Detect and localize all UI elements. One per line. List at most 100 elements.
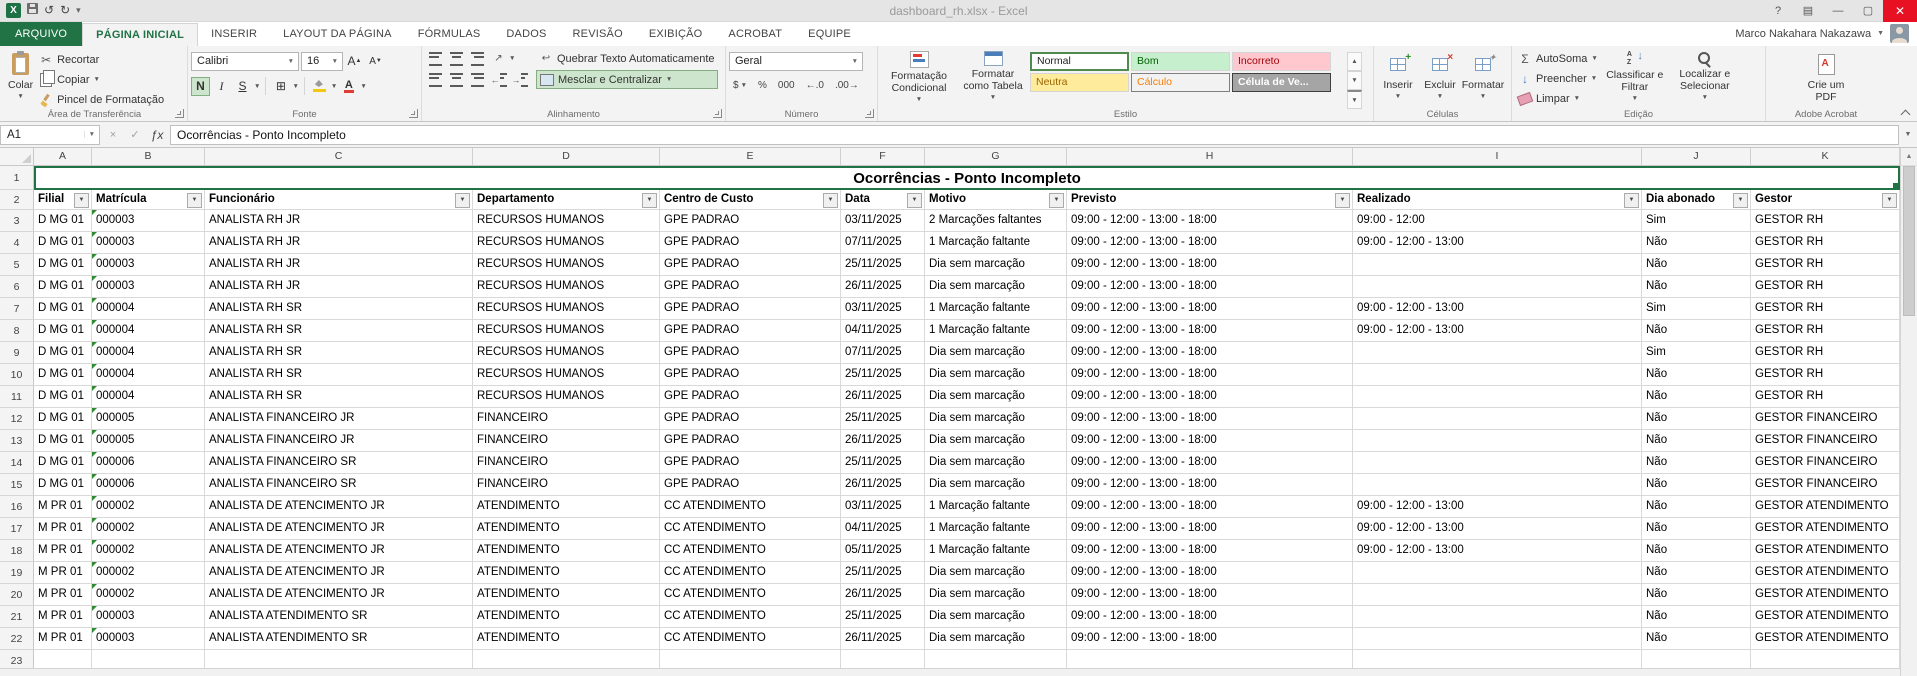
- cell-style-bom[interactable]: Bom: [1131, 52, 1230, 71]
- cell-H17[interactable]: 09:00 - 12:00 - 13:00 - 18:00: [1067, 518, 1353, 540]
- cell-I16[interactable]: 09:00 - 12:00 - 13:00: [1353, 496, 1642, 518]
- column-header-D[interactable]: D: [473, 148, 660, 165]
- cell-H16[interactable]: 09:00 - 12:00 - 13:00 - 18:00: [1067, 496, 1353, 518]
- cell-D9[interactable]: RECURSOS HUMANOS: [473, 342, 660, 364]
- gallery-scroll-up-icon[interactable]: ▲: [1347, 52, 1362, 71]
- merge-center-dropdown-icon[interactable]: ▼: [666, 76, 672, 83]
- cell-J15[interactable]: Não: [1642, 474, 1751, 496]
- cell-A16[interactable]: M PR 01: [34, 496, 92, 518]
- cell-C6[interactable]: ANALISTA RH JR: [205, 276, 473, 298]
- sort-filter-dropdown-icon[interactable]: ▼: [1632, 93, 1638, 105]
- cell-F20[interactable]: 26/11/2025: [841, 584, 925, 606]
- cell-K15[interactable]: GESTOR FINANCEIRO: [1751, 474, 1900, 496]
- cell-H12[interactable]: 09:00 - 12:00 - 13:00 - 18:00: [1067, 408, 1353, 430]
- fill-dropdown-icon[interactable]: ▼: [1591, 75, 1597, 82]
- cell-D20[interactable]: ATENDIMENTO: [473, 584, 660, 606]
- cell-F9[interactable]: 07/11/2025: [841, 342, 925, 364]
- formula-input[interactable]: Ocorrências - Ponto Incompleto: [170, 124, 1899, 145]
- create-pdf-button[interactable]: Crie um PDF: [1796, 49, 1856, 105]
- cell-H7[interactable]: 09:00 - 12:00 - 13:00 - 18:00: [1067, 298, 1353, 320]
- cell-B20[interactable]: 000002: [92, 584, 205, 606]
- vertical-scrollbar-thumb[interactable]: [1903, 166, 1915, 316]
- row-header-22[interactable]: 22: [0, 628, 34, 650]
- cell-A9[interactable]: D MG 01: [34, 342, 92, 364]
- cell-B9[interactable]: 000004: [92, 342, 205, 364]
- cell-G9[interactable]: Dia sem marcação: [925, 342, 1067, 364]
- cell-B14[interactable]: 000006: [92, 452, 205, 474]
- font-size-combo[interactable]: 16 ▼: [301, 51, 343, 71]
- row-header-5[interactable]: 5: [0, 254, 34, 276]
- header-cell-realizado[interactable]: Realizado ▼: [1353, 190, 1642, 210]
- cell-I12[interactable]: [1353, 408, 1642, 430]
- cell-style-normal[interactable]: Normal: [1030, 52, 1129, 71]
- cell-G20[interactable]: Dia sem marcação: [925, 584, 1067, 606]
- copy-button[interactable]: Copiar ▼: [36, 69, 167, 89]
- cell-I3[interactable]: 09:00 - 12:00: [1353, 210, 1642, 232]
- cell-I19[interactable]: [1353, 562, 1642, 584]
- cell-E11[interactable]: GPE PADRAO: [660, 386, 841, 408]
- cell-B18[interactable]: 000002: [92, 540, 205, 562]
- percent-style-button[interactable]: %: [754, 78, 771, 93]
- format-as-table-button[interactable]: Formatar como Tabela ▼: [957, 49, 1029, 105]
- cell-J4[interactable]: Não: [1642, 232, 1751, 254]
- accounting-dropdown-icon[interactable]: ▼: [741, 82, 747, 89]
- cell-I13[interactable]: [1353, 430, 1642, 452]
- row-header-10[interactable]: 10: [0, 364, 34, 386]
- cell-K6[interactable]: GESTOR RH: [1751, 276, 1900, 298]
- cell-F14[interactable]: 25/11/2025: [841, 452, 925, 474]
- cell-G14[interactable]: Dia sem marcação: [925, 452, 1067, 474]
- row-header-8[interactable]: 8: [0, 320, 34, 342]
- filter-button-filial[interactable]: ▼: [74, 192, 89, 208]
- increase-decimal-button[interactable]: ←.0: [802, 78, 828, 93]
- header-cell-funcionario[interactable]: Funcionário ▼: [205, 190, 473, 210]
- cell-H19[interactable]: 09:00 - 12:00 - 13:00 - 18:00: [1067, 562, 1353, 584]
- cell-I8[interactable]: 09:00 - 12:00 - 13:00: [1353, 320, 1642, 342]
- cell-A15[interactable]: D MG 01: [34, 474, 92, 496]
- cell-K17[interactable]: GESTOR ATENDIMENTO: [1751, 518, 1900, 540]
- cell-F13[interactable]: 26/11/2025: [841, 430, 925, 452]
- name-box-dropdown-icon[interactable]: ▼: [83, 131, 99, 138]
- cell-K16[interactable]: GESTOR ATENDIMENTO: [1751, 496, 1900, 518]
- cell-G17[interactable]: 1 Marcação faltante: [925, 518, 1067, 540]
- decrease-font-size-button[interactable]: A ▼: [366, 52, 385, 71]
- align-bottom-button[interactable]: [467, 49, 488, 68]
- cell-G8[interactable]: 1 Marcação faltante: [925, 320, 1067, 342]
- cell-J6[interactable]: Não: [1642, 276, 1751, 298]
- cell-G5[interactable]: Dia sem marcação: [925, 254, 1067, 276]
- cell-G13[interactable]: Dia sem marcação: [925, 430, 1067, 452]
- wrap-text-button[interactable]: ↩ Quebrar Texto Automaticamente: [536, 49, 718, 68]
- column-header-K[interactable]: K: [1751, 148, 1900, 165]
- cell-A14[interactable]: D MG 01: [34, 452, 92, 474]
- cell-A11[interactable]: D MG 01: [34, 386, 92, 408]
- clear-dropdown-icon[interactable]: ▼: [1574, 95, 1580, 102]
- row-header-2[interactable]: 2: [0, 190, 34, 210]
- fill-color-dropdown-icon[interactable]: ▼: [331, 83, 337, 90]
- column-header-E[interactable]: E: [660, 148, 841, 165]
- close-button[interactable]: ✕: [1883, 0, 1917, 22]
- cell-E5[interactable]: GPE PADRAO: [660, 254, 841, 276]
- cell-I18[interactable]: 09:00 - 12:00 - 13:00: [1353, 540, 1642, 562]
- gallery-scroll-down-icon[interactable]: ▼: [1347, 71, 1362, 90]
- column-header-F[interactable]: F: [841, 148, 925, 165]
- header-cell-gestor[interactable]: Gestor ▼: [1751, 190, 1900, 210]
- font-name-combo[interactable]: Calibri ▼: [191, 51, 299, 71]
- cell-J17[interactable]: Não: [1642, 518, 1751, 540]
- cell-A6[interactable]: D MG 01: [34, 276, 92, 298]
- fill-button[interactable]: ↓ Preencher ▼: [1515, 69, 1601, 88]
- align-right-button[interactable]: [467, 70, 488, 89]
- row-header-1[interactable]: 1: [0, 166, 34, 190]
- cell-F7[interactable]: 03/11/2025: [841, 298, 925, 320]
- cell-C12[interactable]: ANALISTA FINANCEIRO JR: [205, 408, 473, 430]
- cell-D21[interactable]: ATENDIMENTO: [473, 606, 660, 628]
- header-cell-matricula[interactable]: Matrícula ▼: [92, 190, 205, 210]
- cell-B16[interactable]: 000002: [92, 496, 205, 518]
- ribbon-display-options-icon[interactable]: ▤: [1793, 0, 1823, 22]
- copy-dropdown-icon[interactable]: ▼: [94, 76, 100, 83]
- cell-F10[interactable]: 25/11/2025: [841, 364, 925, 386]
- excel-app-icon[interactable]: X: [6, 3, 21, 18]
- cell-F18[interactable]: 05/11/2025: [841, 540, 925, 562]
- cell-D13[interactable]: FINANCEIRO: [473, 430, 660, 452]
- tab-formulas[interactable]: FÓRMULAS: [405, 23, 494, 46]
- cell-E21[interactable]: CC ATENDIMENTO: [660, 606, 841, 628]
- cell-F3[interactable]: 03/11/2025: [841, 210, 925, 232]
